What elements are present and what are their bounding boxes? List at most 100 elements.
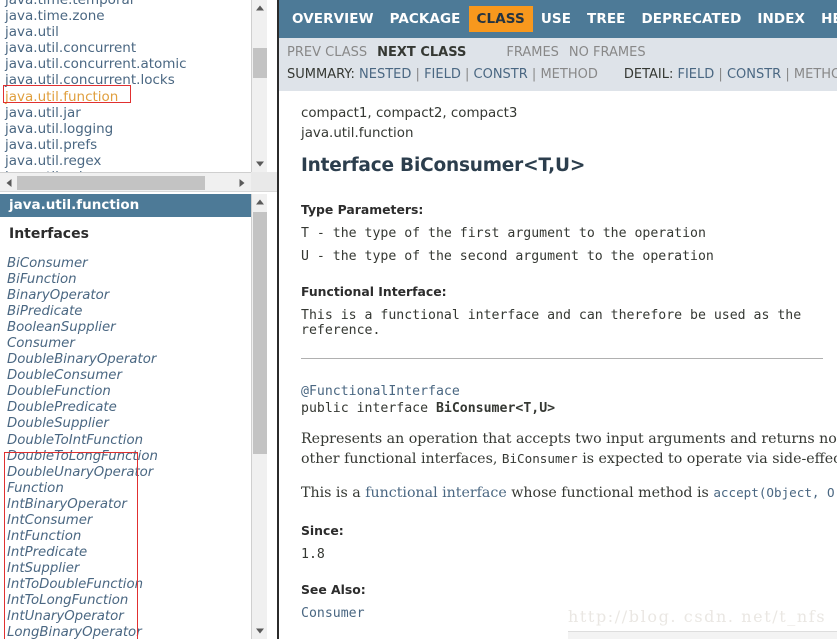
- package-list-item[interactable]: java.util.concurrent: [5, 40, 251, 56]
- functional-interface-label: Functional Interface:: [301, 284, 447, 299]
- scroll-left-arrow-icon[interactable]: [1, 174, 17, 191]
- interface-list-item[interactable]: DoubleConsumer: [7, 368, 247, 384]
- class-documentation-content: compact1, compact2, compact3 java.util.f…: [279, 91, 837, 639]
- detail-method-link[interactable]: METHOD: [794, 67, 837, 82]
- functional-interface-annotation: @FunctionalInterface: [301, 384, 460, 399]
- package-list-horizontal-scrollbar[interactable]: [0, 172, 251, 191]
- package-list-viewport[interactable]: java.time.temporal java.time.zone java.uti…: [0, 0, 251, 172]
- topnav-item-package[interactable]: PACKAGE: [382, 6, 469, 32]
- no-frames-link[interactable]: NO FRAMES: [569, 45, 646, 60]
- summary-field-link[interactable]: FIELD: [424, 67, 461, 82]
- package-list-item[interactable]: java.util.logging: [5, 121, 251, 137]
- package-list-item[interactable]: java.util: [5, 24, 251, 40]
- package-name-line: java.util.function: [301, 126, 414, 141]
- class-list-vertical-scrollbar[interactable]: [251, 194, 267, 639]
- scroll-up-arrow-icon[interactable]: [252, 0, 267, 16]
- scroll-up-arrow-icon[interactable]: [252, 194, 267, 210]
- sub-navigation-bar: PREV CLASS NEXT CLASS FRAMES NO FRAMES SUMM…: [279, 38, 837, 91]
- package-scroll-thumb[interactable]: [253, 48, 267, 78]
- scrollbar-corner: [251, 172, 277, 192]
- topnav-item-deprecated[interactable]: DEPRECATED: [634, 6, 750, 32]
- package-list-item[interactable]: java.time.temporal: [5, 0, 251, 8]
- topnav-item-tree[interactable]: TREE: [579, 6, 633, 32]
- summary-nested-link[interactable]: NESTED: [359, 67, 411, 82]
- prev-class-link[interactable]: PREV CLASS: [287, 45, 367, 60]
- interface-list-item[interactable]: IntSupplier: [7, 561, 247, 577]
- topnav-item-use[interactable]: USE: [533, 6, 579, 32]
- topnav-item-help[interactable]: HELP: [813, 6, 837, 32]
- interface-list-item[interactable]: IntToLongFunction: [7, 593, 247, 609]
- topnav-item-class[interactable]: CLASS: [468, 6, 533, 32]
- subnav-summary-detail-row: SUMMARY: NESTED | FIELD | CONSTR | METHO…: [287, 67, 837, 82]
- interface-list-item[interactable]: DoubleToLongFunction: [7, 449, 247, 465]
- interface-list-item[interactable]: IntBinaryOperator: [7, 497, 247, 513]
- scroll-right-arrow-icon[interactable]: [234, 174, 250, 191]
- package-list-item[interactable]: java.util.function: [5, 89, 251, 105]
- declaration-type-name: BiConsumer<T,U>: [435, 401, 556, 416]
- class-scroll-thumb[interactable]: [253, 212, 267, 454]
- since-value: 1.8: [301, 547, 325, 562]
- package-list-item[interactable]: java.util.jar: [5, 105, 251, 121]
- frame-separator[interactable]: [0, 191, 277, 192]
- interface-list-item[interactable]: IntPredicate: [7, 545, 247, 561]
- interface-list-item[interactable]: DoubleSupplier: [7, 416, 247, 432]
- interface-list-item[interactable]: DoubleUnaryOperator: [7, 465, 247, 481]
- topnav-item-index[interactable]: INDEX: [749, 6, 813, 32]
- see-also-consumer-link[interactable]: Consumer: [301, 606, 365, 621]
- topnav-item-overview[interactable]: OVERVIEW: [284, 6, 382, 32]
- interface-list-item[interactable]: IntUnaryOperator: [7, 609, 247, 625]
- description-line-1: Represents an operation that accepts two…: [301, 431, 837, 447]
- interface-list-item[interactable]: BooleanSupplier: [7, 320, 247, 336]
- interface-list-item[interactable]: Function: [7, 481, 247, 497]
- class-description-paragraph: Represents an operation that accepts two…: [301, 430, 837, 469]
- interface-list-item[interactable]: DoubleBinaryOperator: [7, 352, 247, 368]
- accept-method-link[interactable]: accept(Object, O: [713, 485, 834, 500]
- scroll-down-arrow-icon[interactable]: [252, 623, 267, 639]
- top-navigation-list: OVERVIEW PACKAGE CLASS USE TREE DEPRECATED IND…: [279, 0, 837, 38]
- description-line-2-suffix: is expected to operate via side-effec: [577, 451, 837, 467]
- summary-constr-link[interactable]: CONSTR: [474, 67, 528, 82]
- interface-list-item[interactable]: BiConsumer: [7, 256, 247, 272]
- summary-method-link[interactable]: METHOD: [540, 67, 597, 82]
- browser-page: java.time.temporal java.time.zone java.uti…: [0, 0, 837, 639]
- functional-interface-link[interactable]: functional interface: [365, 485, 507, 501]
- interface-list-item[interactable]: LongBinaryOperator: [7, 625, 247, 639]
- package-list-item[interactable]: java.util.concurrent.atomic: [5, 56, 251, 72]
- class-frame-section-title: Interfaces: [9, 226, 89, 242]
- declaration-modifier: public interface: [301, 401, 436, 416]
- interface-list-item[interactable]: IntFunction: [7, 529, 247, 545]
- next-class-link[interactable]: NEXT CLASS: [377, 45, 466, 60]
- type-parameters-label: Type Parameters:: [301, 202, 424, 217]
- page-title: Interface BiConsumer<T,U>: [301, 155, 586, 176]
- scroll-down-arrow-icon[interactable]: [252, 156, 267, 172]
- package-list-item[interactable]: java.util.concurrent.locks: [5, 72, 251, 88]
- package-hscroll-thumb[interactable]: [17, 176, 205, 190]
- class-list-viewport[interactable]: java.util.function Interfaces BiConsumer…: [0, 194, 251, 639]
- interface-list-item[interactable]: BinaryOperator: [7, 288, 247, 304]
- frames-link[interactable]: FRAMES: [506, 45, 559, 60]
- package-list-item[interactable]: java.util.regex: [5, 153, 251, 169]
- detail-field-link[interactable]: FIELD: [678, 67, 715, 82]
- interface-list-item[interactable]: BiFunction: [7, 272, 247, 288]
- interface-list-item[interactable]: DoubleToIntFunction: [7, 433, 247, 449]
- functional-interface-text-line2: reference.: [301, 323, 381, 338]
- interface-list-item[interactable]: Consumer: [7, 336, 247, 352]
- type-parameter-t: T - the type of the first argument to th…: [301, 226, 706, 241]
- package-list: java.time.temporal java.time.zone java.uti…: [5, 0, 251, 172]
- interface-list-item[interactable]: DoubleFunction: [7, 384, 247, 400]
- detail-constr-link[interactable]: CONSTR: [727, 67, 781, 82]
- interface-list-item[interactable]: DoublePredicate: [7, 400, 247, 416]
- section-divider: [301, 358, 823, 359]
- interface-list-item[interactable]: IntToDoubleFunction: [7, 577, 247, 593]
- interface-list-item[interactable]: IntConsumer: [7, 513, 247, 529]
- package-list-item[interactable]: java.util.prefs: [5, 137, 251, 153]
- functional-sentence-prefix: This is a: [301, 485, 366, 501]
- pipe-separator: |: [785, 67, 790, 82]
- package-list-item[interactable]: java.time.zone: [5, 8, 251, 24]
- package-list-vertical-scrollbar[interactable]: [251, 0, 267, 172]
- pipe-separator: |: [718, 67, 723, 82]
- main-content-frame: OVERVIEW PACKAGE CLASS USE TREE DEPRECATED IND…: [277, 0, 837, 639]
- class-list-frame: java.util.function Interfaces BiConsumer…: [0, 194, 277, 639]
- interface-list-item[interactable]: BiPredicate: [7, 304, 247, 320]
- functional-method-paragraph: This is a functional interface whose fun…: [301, 483, 837, 503]
